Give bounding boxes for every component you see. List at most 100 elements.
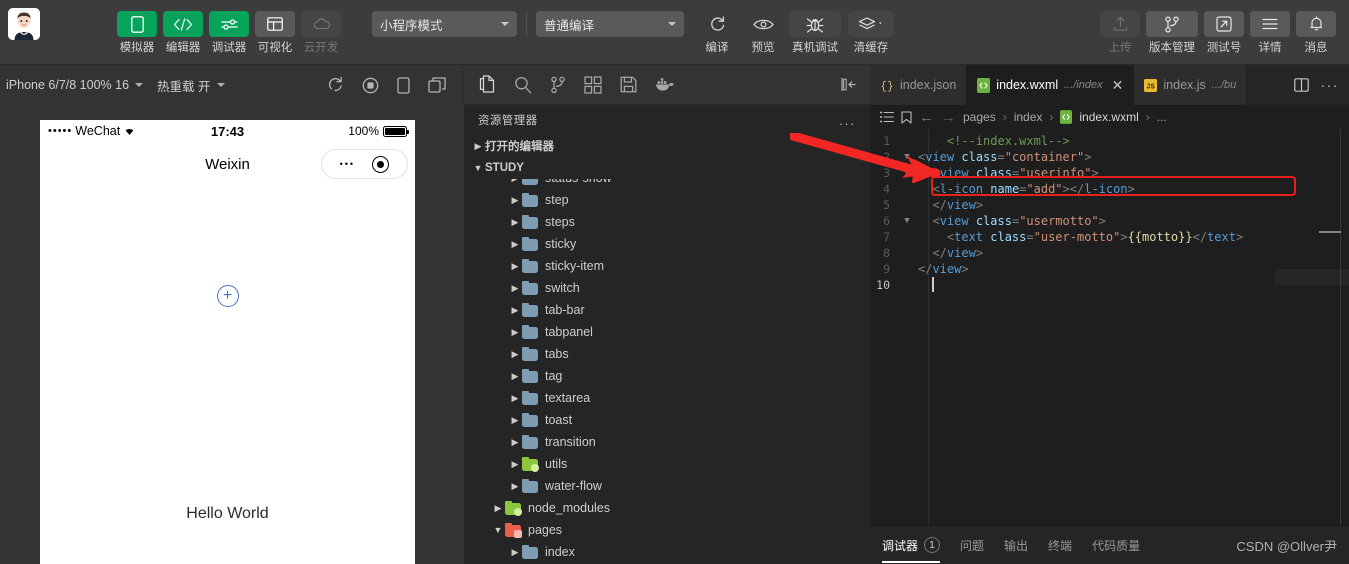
more-actions-icon[interactable]: ··· — [1321, 77, 1340, 93]
chevron-right-icon[interactable]: ▶ — [508, 437, 522, 448]
toolbar-button-visual[interactable]: 可视化 — [255, 0, 295, 55]
fold-chevron-icon[interactable]: ▼ — [900, 152, 914, 162]
hot-reload-selector[interactable]: 热重载 开 — [157, 76, 225, 95]
capsule-menu[interactable]: ••• — [321, 149, 408, 179]
chevron-right-icon[interactable]: ▶ — [491, 503, 505, 514]
tree-item[interactable]: ▶ tabs — [464, 343, 870, 365]
files-icon[interactable] — [478, 75, 496, 94]
code-line[interactable]: 6 ▼ <view class="usermotto"> — [870, 213, 1349, 229]
tree-item[interactable]: ▶ tab-bar — [464, 299, 870, 321]
tree-item[interactable]: ▶ tabpanel — [464, 321, 870, 343]
tree-item[interactable]: ▶ node_modules — [464, 497, 870, 519]
window-icon[interactable] — [428, 77, 446, 93]
code-line[interactable]: 2 ▼ <view class="container"> — [870, 149, 1349, 165]
open-editors-section[interactable]: ▶ 打开的编辑器 — [464, 135, 870, 157]
file-tree[interactable]: ▶ status-show ▶ step ▶ steps ▶ sticky ▶ sticky-it… — [464, 179, 870, 564]
outline-icon[interactable] — [880, 111, 894, 123]
toolbar-button-simulator[interactable]: 模拟器 — [117, 0, 157, 55]
extensions-icon[interactable] — [584, 75, 602, 94]
toolbar-button-version[interactable]: 版本管理 — [1146, 0, 1198, 55]
bookmark-icon[interactable] — [901, 110, 912, 124]
rotate-icon[interactable] — [327, 76, 344, 94]
fold-chevron-icon[interactable]: ▼ — [900, 216, 914, 226]
toolbar-button-compile[interactable]: 编译 — [697, 0, 737, 55]
panel-tab-output[interactable]: 输出 — [1004, 537, 1028, 554]
toolbar-button-cloud[interactable]: 云开发 — [301, 0, 341, 55]
tree-item[interactable]: ▶ water-flow — [464, 475, 870, 497]
compile-mode-dropdown[interactable]: 普通编译 — [536, 11, 684, 37]
chevron-right-icon[interactable]: ▶ — [508, 261, 522, 272]
toolbar-button-editor[interactable]: 编辑器 — [163, 0, 203, 55]
breadcrumb-segment-file[interactable]: index.wxml — [1079, 110, 1138, 124]
more-dots-icon[interactable]: ••• — [340, 159, 355, 169]
tree-item[interactable]: ▶ steps — [464, 211, 870, 233]
user-avatar[interactable] — [8, 8, 40, 40]
breadcrumb-segment-pages[interactable]: pages — [963, 110, 996, 124]
panel-tab-code-quality[interactable]: 代码质量 — [1092, 537, 1140, 554]
toolbar-button-messages[interactable]: 消息 — [1296, 0, 1336, 55]
tree-item[interactable]: ▶ status-show — [464, 179, 870, 189]
chevron-right-icon[interactable]: ▶ — [508, 481, 522, 492]
mode-dropdown[interactable]: 小程序模式 — [372, 11, 517, 37]
chevron-right-icon[interactable]: ▶ — [508, 547, 522, 558]
chevron-right-icon[interactable]: ▶ — [508, 349, 522, 360]
explorer-more-icon[interactable]: ... — [839, 113, 856, 128]
tree-item[interactable]: ▶ transition — [464, 431, 870, 453]
chevron-right-icon[interactable]: ▶ — [508, 217, 522, 228]
code-line[interactable]: 4 <l-icon name="add"></l-icon> — [870, 181, 1349, 197]
code-line[interactable]: 1 <!--index.wxml--> — [870, 133, 1349, 149]
tree-item[interactable]: ▶ toast — [464, 409, 870, 431]
chevron-right-icon[interactable]: ▶ — [508, 239, 522, 250]
chevron-right-icon[interactable]: ▶ — [508, 179, 522, 184]
tree-item[interactable]: ▶ utils — [464, 453, 870, 475]
record-icon[interactable] — [362, 77, 379, 94]
tree-item[interactable]: ▶ textarea — [464, 387, 870, 409]
toolbar-button-upload[interactable]: 上传 — [1100, 0, 1140, 55]
chevron-right-icon[interactable]: ▶ — [508, 305, 522, 316]
code-line[interactable]: 8 </view> — [870, 245, 1349, 261]
tree-item[interactable]: ▶ step — [464, 189, 870, 211]
chevron-right-icon[interactable]: ▶ — [508, 459, 522, 470]
toolbar-button-details[interactable]: 详情 — [1250, 0, 1290, 55]
back-arrow-icon[interactable]: ← — [919, 109, 934, 126]
chevron-down-icon[interactable]: ▼ — [491, 525, 505, 535]
chevron-right-icon[interactable]: ▶ — [508, 195, 522, 206]
panel-tab-problems[interactable]: 问题 — [960, 537, 984, 554]
toolbar-button-debugger[interactable]: 调试器 — [209, 0, 249, 55]
device-selector[interactable]: iPhone 6/7/8 100% 16 — [6, 78, 144, 92]
chevron-right-icon[interactable]: ▶ — [508, 393, 522, 404]
toolbar-button-clear-cache[interactable]: 清缓存 — [847, 0, 895, 55]
project-root-section[interactable]: ▼ STUDY — [464, 157, 870, 179]
toolbar-button-testid[interactable]: 测试号 — [1204, 0, 1244, 55]
breadcrumb-segment-index[interactable]: index — [1014, 110, 1043, 124]
toolbar-button-preview[interactable]: 预览 — [743, 0, 783, 55]
panel-tab-debugger[interactable]: 调试器 1 — [882, 537, 941, 563]
add-icon[interactable]: + — [216, 285, 239, 307]
target-icon[interactable] — [372, 155, 390, 173]
toolbar-button-remote-debug[interactable]: 真机调试 — [789, 0, 841, 55]
breadcrumb-segment-more[interactable]: ... — [1157, 110, 1167, 124]
phone-screen[interactable]: ••••• WeChat 17:43 100% Weixin ••• + Hel… — [40, 120, 415, 564]
chevron-right-icon[interactable]: ▶ — [508, 371, 522, 382]
tree-item[interactable]: ▶ switch — [464, 277, 870, 299]
close-icon[interactable]: ✕ — [1112, 78, 1124, 92]
code-line[interactable]: 3 ▼ <view class="userinfo"> — [870, 165, 1349, 181]
chevron-right-icon[interactable]: ▶ — [508, 415, 522, 426]
search-icon[interactable] — [514, 76, 532, 94]
tree-item[interactable]: ▼ pages — [464, 519, 870, 541]
device-icon[interactable] — [397, 76, 410, 94]
split-editor-icon[interactable] — [1293, 78, 1309, 92]
fold-chevron-icon[interactable]: ▼ — [900, 168, 914, 178]
chevron-right-icon[interactable]: ▶ — [508, 283, 522, 294]
chevron-right-icon[interactable]: ▶ — [508, 327, 522, 338]
tree-item[interactable]: ▶ index — [464, 541, 870, 563]
docker-icon[interactable] — [655, 77, 675, 92]
tree-item[interactable]: ▶ sticky — [464, 233, 870, 255]
source-control-icon[interactable] — [550, 76, 566, 94]
code-line[interactable]: 5 </view> — [870, 197, 1349, 213]
code-line[interactable]: 7 <text class="user-motto">{{motto}}</te… — [870, 229, 1349, 245]
code-content[interactable]: 1 <!--index.wxml--> 2 ▼ <view class="contai… — [870, 129, 1349, 529]
editor-tab-index-js[interactable]: JS index.js .../bu — [1134, 65, 1248, 105]
scrollbar-thumb[interactable] — [1275, 269, 1349, 285]
collapse-panel-icon[interactable] — [840, 77, 856, 92]
